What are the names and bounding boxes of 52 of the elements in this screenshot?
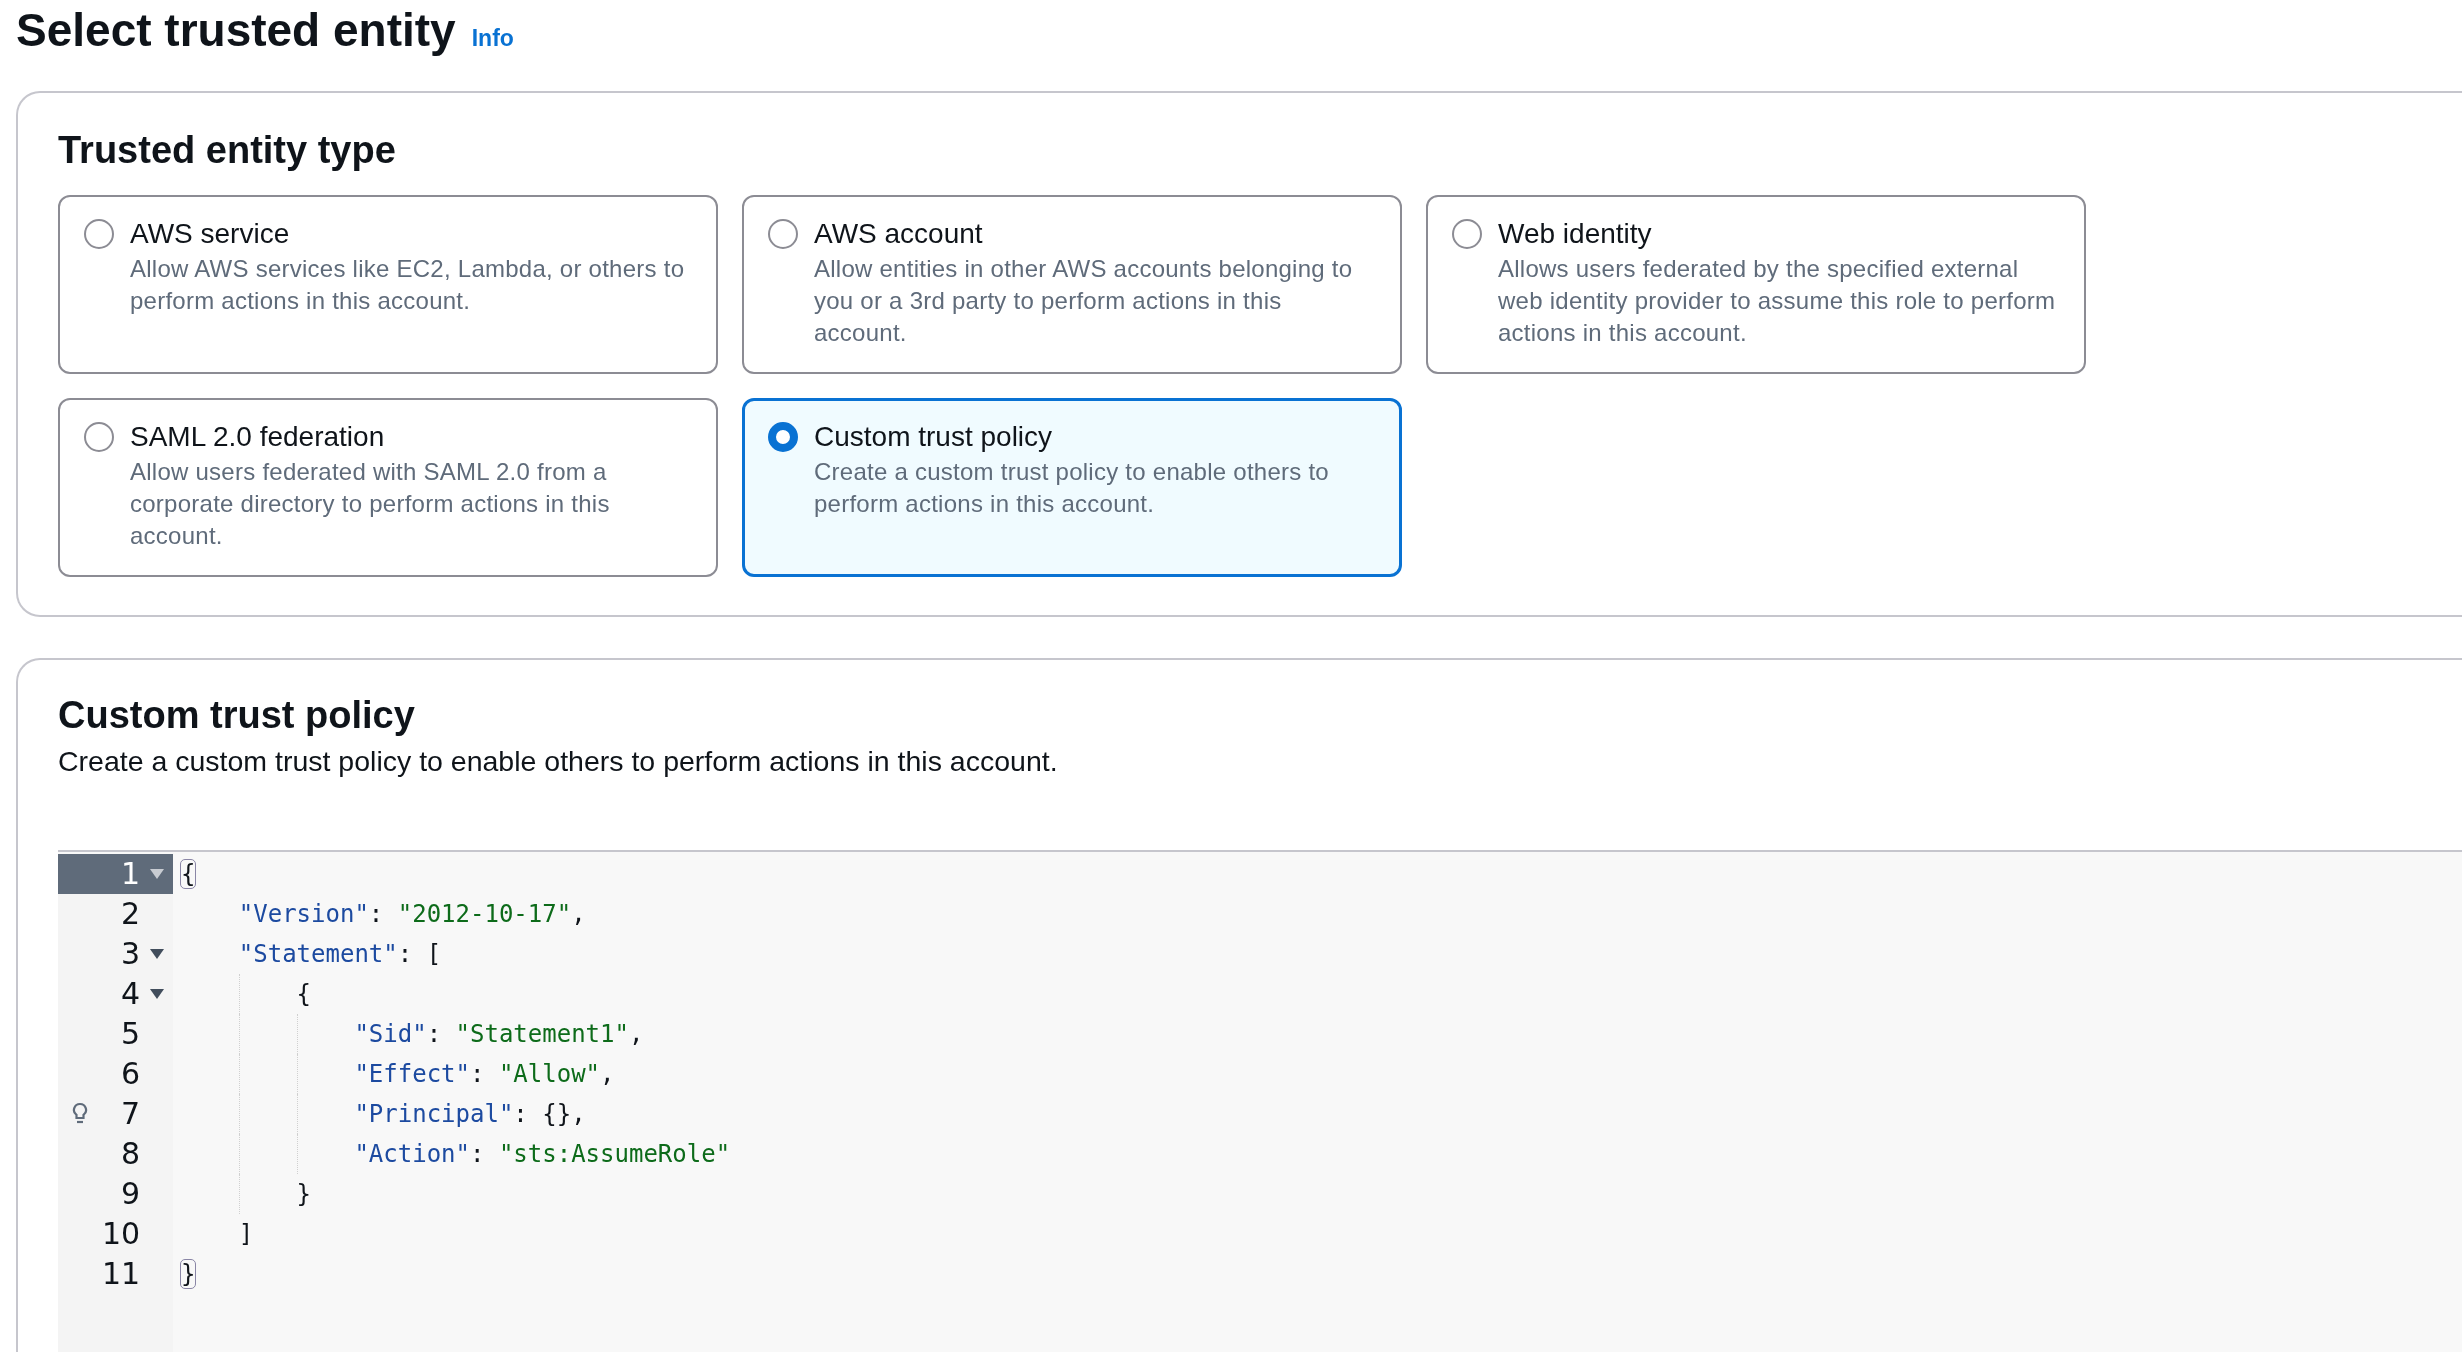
- code-line: "Version": "2012-10-17",: [237, 899, 586, 930]
- line-number: 4: [119, 975, 140, 1013]
- page-title: Select trusted entity: [16, 3, 456, 58]
- section-title: Trusted entity type: [58, 128, 397, 173]
- line-number: 10: [102, 1215, 140, 1253]
- line-number: 9: [119, 1175, 140, 1213]
- line-number: 7: [119, 1095, 140, 1133]
- option-title: Web identity: [1498, 217, 1653, 251]
- fold-caret-icon[interactable]: [148, 988, 165, 1000]
- option-card[interactable]: AWS account Allow entities in other AWS accounts belonging to you or a 3rd party to perform actions in this account.: [742, 195, 1402, 374]
- option-title: Custom trust policy: [814, 420, 1054, 454]
- line-number: 11: [102, 1255, 140, 1293]
- code-line: "Statement": [: [237, 939, 442, 970]
- code-line: {: [181, 974, 312, 1014]
- line-number: 6: [119, 1055, 140, 1093]
- code-line: ]: [237, 1219, 254, 1250]
- radio-button[interactable]: [84, 219, 114, 249]
- radio-button[interactable]: [768, 422, 798, 452]
- matched-bracket: {: [181, 860, 196, 888]
- line-number: 2: [119, 895, 140, 933]
- line-number: 1: [119, 855, 140, 893]
- line-number: 8: [119, 1135, 140, 1173]
- option-description: Allow AWS services like EC2, Lambda, or others to perform actions in this account.: [130, 254, 686, 316]
- option-description: Allows users federated by the specified external web identity provider to assume this role to perform actions in this account.: [1498, 254, 2057, 348]
- code-line: "Sid": "Statement1",: [181, 1014, 644, 1054]
- option-card[interactable]: AWS service Allow AWS services like EC2, Lambda, or others to perform actions in this account.: [58, 195, 718, 374]
- code-editor[interactable]: 1 2 3 4 5 6 7 8 9 10 11 { "Version": "2012-10-17", "Statement": [ { "Sid": "Statement1", "Effect": "Allow", "Principal": {}, "Action": "sts:AssumeRole" } ] }: [58, 850, 2462, 1352]
- code-line: "Action": "sts:AssumeRole": [181, 1134, 731, 1174]
- lightbulb-icon[interactable]: [72, 1102, 88, 1126]
- code-line: }: [181, 1174, 312, 1214]
- option-title: SAML 2.0 federation: [130, 420, 386, 454]
- matched-bracket: }: [181, 1260, 196, 1288]
- line-number: 5: [119, 1015, 140, 1053]
- section-title: Custom trust policy: [58, 693, 416, 738]
- radio-button[interactable]: [84, 422, 114, 452]
- option-title: AWS service: [130, 217, 291, 251]
- fold-caret-icon[interactable]: [148, 868, 165, 880]
- code-line: "Principal": {},: [181, 1094, 586, 1134]
- radio-button[interactable]: [768, 219, 798, 249]
- option-card[interactable]: Web identity Allows users federated by the specified external web identity provider to assume this role to perform actions in this account.: [1426, 195, 2086, 374]
- option-title: AWS account: [814, 217, 984, 251]
- option-card[interactable]: Custom trust policy Create a custom trust policy to enable others to perform actions in this account.: [742, 398, 1402, 577]
- line-number: 3: [119, 935, 140, 973]
- option-description: Create a custom trust policy to enable others to perform actions in this account.: [814, 457, 1330, 519]
- fold-caret-icon[interactable]: [148, 948, 165, 960]
- option-description: Allow entities in other AWS accounts belonging to you or a 3rd party to perform actions in this account.: [814, 254, 1354, 348]
- option-card[interactable]: SAML 2.0 federation Allow users federated with SAML 2.0 from a corporate directory to perform actions in this account.: [58, 398, 718, 577]
- code-line: "Effect": "Allow",: [181, 1054, 615, 1094]
- info-link[interactable]: Info: [471, 25, 514, 52]
- radio-button[interactable]: [1452, 219, 1482, 249]
- option-description: Allow users federated with SAML 2.0 from a corporate directory to perform actions in this account.: [130, 457, 611, 551]
- section-description: Create a custom trust policy to enable others to perform actions in this account.: [58, 744, 1059, 779]
